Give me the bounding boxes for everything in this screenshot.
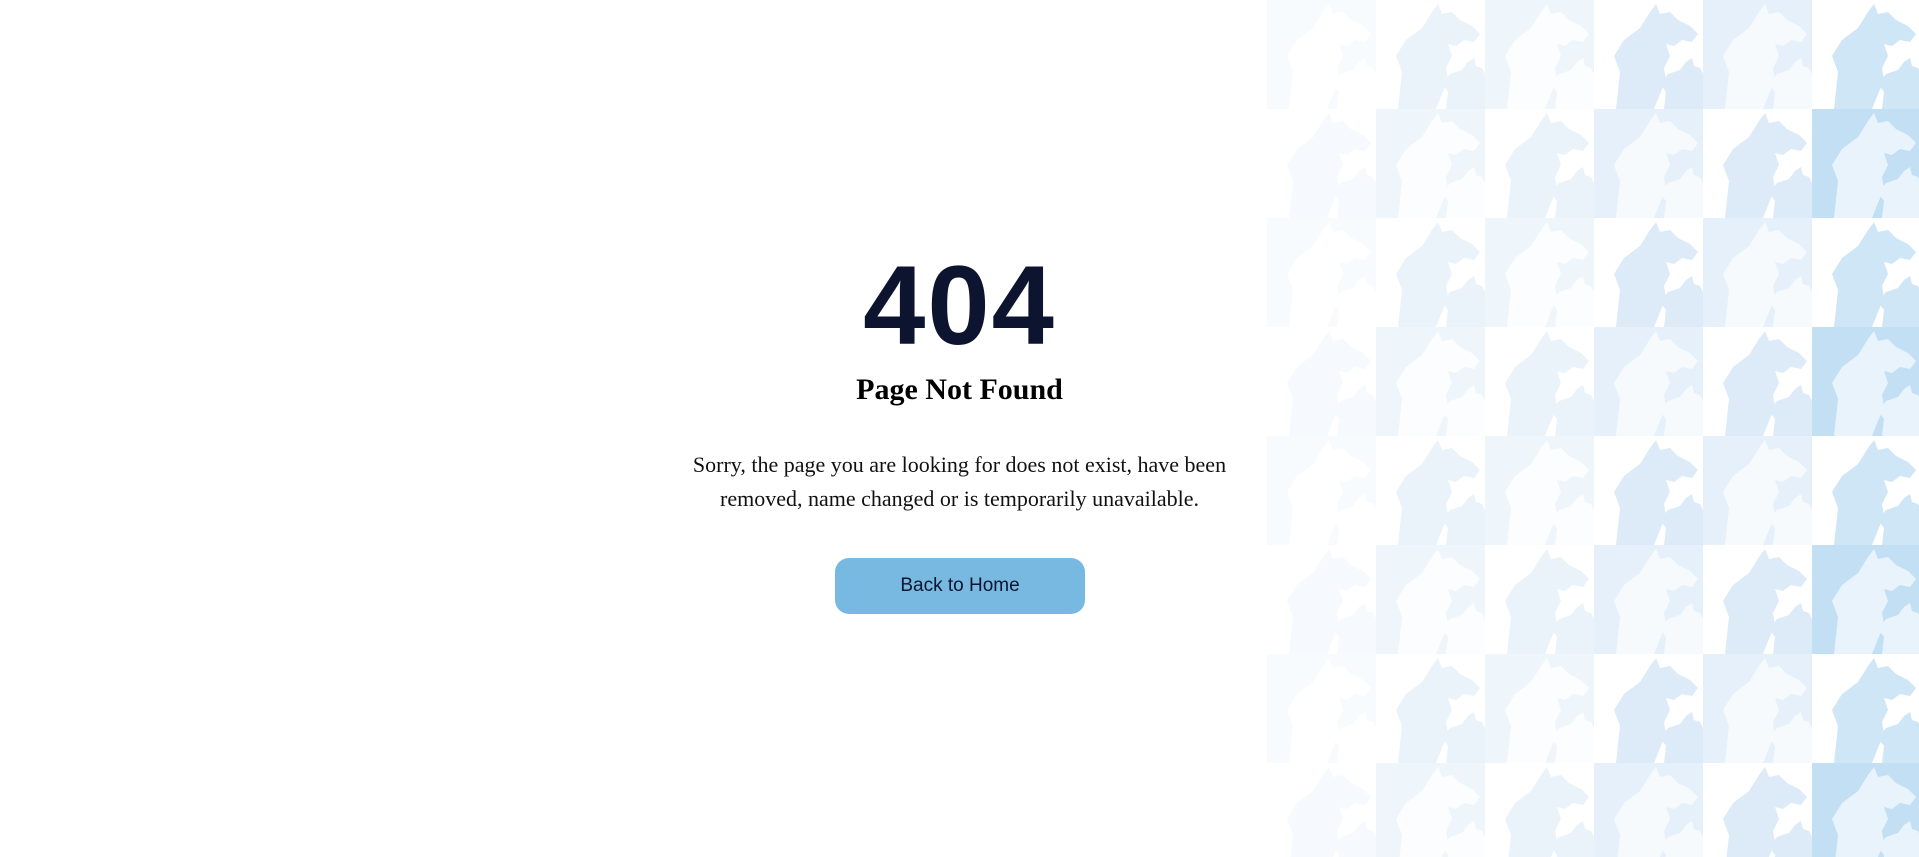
back-to-home-button[interactable]: Back to Home: [835, 558, 1085, 614]
error-code: 404: [863, 243, 1056, 368]
error-content: 404 Page Not Found Sorry, the page you a…: [0, 0, 1919, 857]
page-title: Page Not Found: [856, 373, 1063, 406]
error-message: Sorry, the page you are looking for does…: [692, 452, 1227, 511]
